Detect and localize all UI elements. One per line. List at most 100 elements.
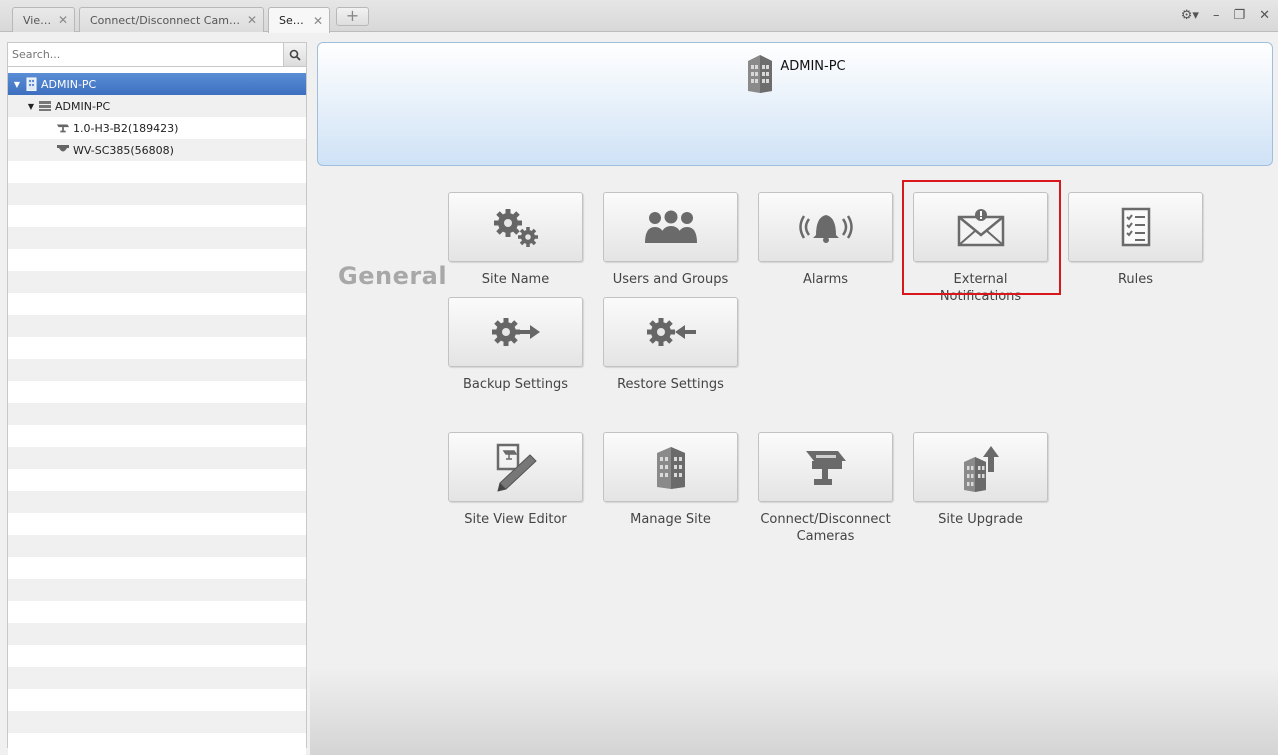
site-header-panel: ADMIN-PC xyxy=(317,42,1273,166)
tile-label: Backup Settings xyxy=(462,377,569,392)
search-input[interactable] xyxy=(8,43,284,66)
tree-empty-row xyxy=(8,315,306,337)
close-icon[interactable]: ✕ xyxy=(58,13,68,27)
tree-item-camera[interactable]: 1.0-H3-B2(189423) xyxy=(8,117,306,139)
site-building-icon xyxy=(24,77,38,91)
alarm-bell-icon xyxy=(798,215,853,243)
tab-setup[interactable]: Setup ✕ xyxy=(268,7,330,33)
server-icon xyxy=(38,99,52,113)
tree-empty-row xyxy=(8,579,306,601)
manage-site-tile[interactable]: Manage Site xyxy=(603,432,738,528)
tree-empty-row xyxy=(8,337,306,359)
expand-arrow-icon[interactable]: ▼ xyxy=(12,80,22,89)
building-upgrade-icon xyxy=(963,446,999,492)
gears-icon xyxy=(493,209,538,247)
alarms-button[interactable] xyxy=(758,192,893,262)
security-camera-icon xyxy=(805,451,846,485)
tile-label: Rules xyxy=(1117,272,1154,287)
tree-item-camera[interactable]: WV-SC385(56808) xyxy=(8,139,306,161)
checklist-icon xyxy=(1121,207,1150,247)
tree-item-label: 1.0-H3-B2(189423) xyxy=(73,121,179,135)
tree-empty-row xyxy=(8,161,306,183)
connect-disconnect-tile[interactable]: Connect/Disconnect Cameras xyxy=(758,432,893,545)
restore-settings-button[interactable] xyxy=(603,297,738,367)
site-view-editor-button[interactable] xyxy=(448,432,583,502)
tree-empty-row xyxy=(8,227,306,249)
search-box xyxy=(8,43,306,67)
tab-view-1[interactable]: View 1 ✕ xyxy=(12,7,75,32)
camera-icon xyxy=(56,121,70,135)
tile-label: Site View Editor xyxy=(464,512,567,527)
tree-empty-row xyxy=(8,425,306,447)
tile-label: Restore Settings xyxy=(617,377,724,392)
connect-disconnect-button[interactable] xyxy=(758,432,893,502)
tree-item-label: ADMIN-PC xyxy=(41,77,97,91)
tree-empty-row xyxy=(8,271,306,293)
alarms-tile[interactable]: Alarms xyxy=(758,192,893,288)
close-window-icon[interactable]: ✕ xyxy=(1259,8,1270,23)
section-label-general: General xyxy=(338,262,448,290)
settings-gear-icon[interactable]: ⚙▾ xyxy=(1181,8,1199,23)
tree-empty-row xyxy=(8,205,306,227)
backup-settings-tile[interactable]: Backup Settings xyxy=(448,297,583,393)
tree-empty-row xyxy=(8,557,306,579)
search-button[interactable] xyxy=(284,43,306,66)
tree-empty-row xyxy=(8,491,306,513)
tree-empty-row xyxy=(8,293,306,315)
site-view-editor-tile[interactable]: Site View Editor xyxy=(448,432,583,528)
tree-empty-row xyxy=(8,535,306,557)
tree-empty-row xyxy=(8,403,306,425)
rules-tile[interactable]: Rules xyxy=(1068,192,1203,288)
sidebar: ▼ ADMIN-PC ▼ ADMIN-PC 1.0-H3-B2(189423) … xyxy=(7,42,307,755)
site-name-button[interactable] xyxy=(448,192,583,262)
window-controls: ⚙▾ – ❐ ✕ xyxy=(1181,8,1270,23)
tree-empty-row xyxy=(8,447,306,469)
users-groups-tile[interactable]: Users and Groups xyxy=(603,192,738,288)
tree-empty-row xyxy=(8,359,306,381)
manage-site-button[interactable] xyxy=(603,432,738,502)
site-upgrade-button[interactable] xyxy=(913,432,1048,502)
rules-button[interactable] xyxy=(1068,192,1203,262)
tab-connect-disconnect[interactable]: Connect/Disconnect Cameras… ✕ xyxy=(79,7,264,32)
tile-label: Manage Site xyxy=(630,512,711,527)
tab-label: View 1 xyxy=(23,13,52,27)
tree-empty-row xyxy=(8,249,306,271)
tree-empty-row xyxy=(8,513,306,535)
site-upgrade-tile[interactable]: Site Upgrade xyxy=(913,432,1048,528)
tree-item-server[interactable]: ▼ ADMIN-PC xyxy=(8,95,306,117)
tree-item-label: ADMIN-PC xyxy=(55,99,111,113)
tree-empty-row xyxy=(8,733,306,755)
tree-empty-row xyxy=(8,623,306,645)
tree-item-site[interactable]: ▼ ADMIN-PC xyxy=(8,73,306,95)
gear-export-icon xyxy=(491,318,540,346)
site-name-tile[interactable]: Site Name xyxy=(448,192,583,288)
close-icon[interactable]: ✕ xyxy=(313,14,323,28)
minimize-icon[interactable]: – xyxy=(1213,8,1220,23)
tree-empty-row xyxy=(8,183,306,205)
tree-empty-row xyxy=(8,469,306,491)
tree-empty-row xyxy=(8,667,306,689)
site-tree: ▼ ADMIN-PC ▼ ADMIN-PC 1.0-H3-B2(189423) … xyxy=(8,73,306,755)
tree-item-label: WV-SC385(56808) xyxy=(73,143,174,157)
backup-settings-button[interactable] xyxy=(448,297,583,367)
site-building-icon xyxy=(748,55,773,93)
tree-empty-row xyxy=(8,645,306,667)
tree-empty-row xyxy=(8,601,306,623)
building-icon xyxy=(656,447,685,489)
users-groups-button[interactable] xyxy=(603,192,738,262)
tab-bar: View 1 ✕ Connect/Disconnect Cameras… ✕ S… xyxy=(0,0,1278,33)
tree-empty-row xyxy=(8,381,306,403)
close-icon[interactable]: ✕ xyxy=(247,13,257,27)
tile-label: Connect/Disconnect Cameras xyxy=(760,512,891,544)
restore-settings-tile[interactable]: Restore Settings xyxy=(603,297,738,393)
dome-camera-icon xyxy=(56,143,70,157)
tab-label: Setup xyxy=(279,14,307,27)
highlight-box xyxy=(902,180,1061,295)
tree-empty-row xyxy=(8,711,306,733)
tile-label: Site Upgrade xyxy=(938,512,1023,527)
add-tab-button[interactable]: + xyxy=(336,7,369,26)
expand-arrow-icon[interactable]: ▼ xyxy=(26,102,36,111)
users-group-icon xyxy=(644,210,697,243)
tile-label: Site Name xyxy=(481,272,550,287)
restore-icon[interactable]: ❐ xyxy=(1233,8,1245,23)
